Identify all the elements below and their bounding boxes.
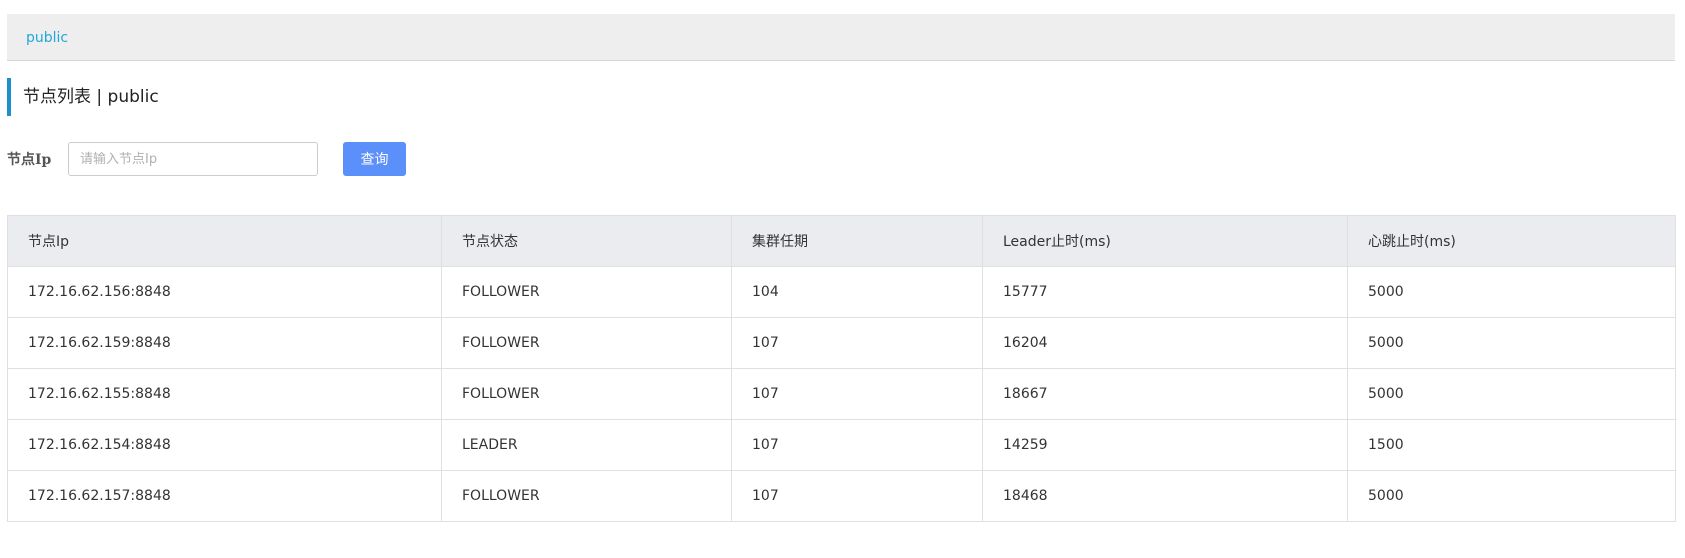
column-header-heartbeat-timeout: 心跳止时(ms) <box>1347 215 1676 267</box>
table-row: 172.16.62.154:8848 LEADER 107 14259 1500 <box>7 419 1676 471</box>
page-title: 节点列表 | public <box>23 87 159 107</box>
column-header-cluster-term: 集群任期 <box>731 215 983 267</box>
cell-heartbeat-timeout: 1500 <box>1347 419 1676 471</box>
cell-heartbeat-timeout: 5000 <box>1347 470 1676 522</box>
cell-leader-timeout: 14259 <box>982 419 1348 471</box>
breadcrumb-link-public[interactable]: public <box>26 30 68 46</box>
cell-node-state: FOLLOWER <box>441 368 732 420</box>
table-row: 172.16.62.159:8848 FOLLOWER 107 16204 50… <box>7 317 1676 369</box>
query-button[interactable]: 查询 <box>343 142 406 176</box>
cell-node-ip: 172.16.62.159:8848 <box>7 317 442 369</box>
node-table-container: 节点Ip 节点状态 集群任期 Leader止时(ms) 心跳止时(ms) 172… <box>7 215 1676 522</box>
search-form: 节点Ip 查询 <box>7 142 607 176</box>
column-header-node-state: 节点状态 <box>441 215 732 267</box>
cell-leader-timeout: 16204 <box>982 317 1348 369</box>
cell-leader-timeout: 15777 <box>982 266 1348 318</box>
table-row: 172.16.62.157:8848 FOLLOWER 107 18468 50… <box>7 470 1676 522</box>
cell-node-state: FOLLOWER <box>441 266 732 318</box>
cell-node-state: FOLLOWER <box>441 317 732 369</box>
column-header-node-ip: 节点Ip <box>7 215 442 267</box>
cell-node-state: FOLLOWER <box>441 470 732 522</box>
breadcrumb: public <box>7 14 1675 61</box>
cell-node-ip: 172.16.62.156:8848 <box>7 266 442 318</box>
cell-heartbeat-timeout: 5000 <box>1347 266 1676 318</box>
cell-cluster-term: 107 <box>731 317 983 369</box>
table-header-row: 节点Ip 节点状态 集群任期 Leader止时(ms) 心跳止时(ms) <box>7 215 1676 267</box>
column-header-leader-timeout: Leader止时(ms) <box>982 215 1348 267</box>
cell-node-state: LEADER <box>441 419 732 471</box>
table-row: 172.16.62.156:8848 FOLLOWER 104 15777 50… <box>7 266 1676 318</box>
cell-leader-timeout: 18468 <box>982 470 1348 522</box>
cell-cluster-term: 104 <box>731 266 983 318</box>
cell-heartbeat-timeout: 5000 <box>1347 368 1676 420</box>
cell-cluster-term: 107 <box>731 368 983 420</box>
cell-node-ip: 172.16.62.157:8848 <box>7 470 442 522</box>
cell-cluster-term: 107 <box>731 419 983 471</box>
node-table: 节点Ip 节点状态 集群任期 Leader止时(ms) 心跳止时(ms) 172… <box>7 215 1676 522</box>
node-ip-label: 节点Ip <box>7 152 52 168</box>
cell-cluster-term: 107 <box>731 470 983 522</box>
cell-heartbeat-timeout: 5000 <box>1347 317 1676 369</box>
cell-leader-timeout: 18667 <box>982 368 1348 420</box>
cell-node-ip: 172.16.62.154:8848 <box>7 419 442 471</box>
page-title-block: 节点列表 | public <box>7 78 159 116</box>
cell-node-ip: 172.16.62.155:8848 <box>7 368 442 420</box>
page: public 节点列表 | public 节点Ip 查询 节点Ip 节点状态 集… <box>0 0 1685 558</box>
table-row: 172.16.62.155:8848 FOLLOWER 107 18667 50… <box>7 368 1676 420</box>
node-ip-input[interactable] <box>68 142 318 176</box>
